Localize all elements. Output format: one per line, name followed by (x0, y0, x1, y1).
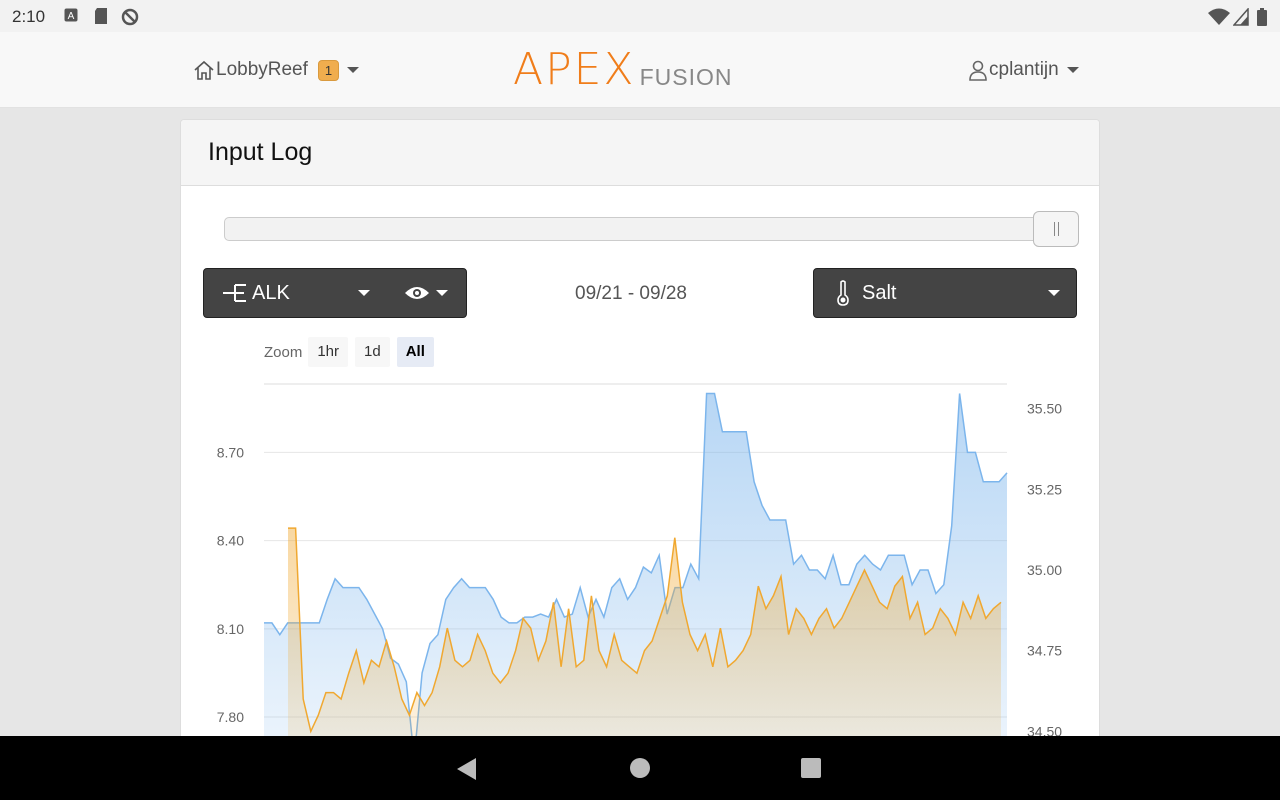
zoom-all-button[interactable]: All (396, 337, 434, 367)
recents-icon[interactable] (800, 757, 822, 779)
user-icon (969, 60, 987, 81)
svg-text:A: A (68, 11, 75, 22)
sd-card-icon (95, 8, 107, 24)
home-icon (194, 60, 214, 80)
input-log-card: Input Log ALK 09/21 - 09/28 Salt Zoom 1h… (180, 119, 1100, 759)
status-bar: 2:10 A (0, 0, 1280, 32)
app-header: LobbyReef 1 APEX FUSION cplantijn (0, 32, 1280, 108)
location-name: LobbyReef (216, 59, 308, 80)
zoom-1hr-button[interactable]: 1hr (308, 337, 349, 367)
left-tick-label: 8.70 (217, 444, 244, 460)
thermometer-icon (837, 280, 849, 306)
logo-main: APEX (513, 44, 636, 95)
left-tick-label: 8.40 (217, 533, 244, 549)
zoom-controls: Zoom 1hr 1d All (264, 337, 441, 367)
android-nav-bar (0, 736, 1280, 800)
right-tick-label: 35.50 (1027, 401, 1062, 417)
status-time: 2:10 (12, 7, 46, 26)
salt-select-label: Salt (862, 281, 897, 304)
chevron-down-icon (1048, 290, 1061, 296)
zoom-label: Zoom (264, 343, 303, 361)
chevron-down-icon (435, 290, 448, 296)
notification-badge: 1 (317, 59, 340, 81)
right-tick-label: 34.75 (1027, 643, 1062, 659)
font-app-icon: A (64, 8, 78, 22)
salt-input-select[interactable]: Salt (813, 268, 1077, 318)
date-range: 09/21 - 09/28 (575, 283, 687, 304)
signal-icon (1233, 8, 1249, 26)
probe-icon (223, 284, 246, 302)
data-saver-icon (121, 8, 139, 26)
user-menu[interactable]: cplantijn (967, 58, 1079, 82)
left-tick-label: 7.80 (217, 709, 244, 725)
right-tick-label: 35.25 (1027, 481, 1062, 497)
chevron-down-icon (347, 67, 360, 73)
battery-icon (1257, 8, 1267, 26)
location-dropdown[interactable]: LobbyReef 1 (192, 58, 360, 82)
right-tick-label: 35.00 (1027, 562, 1062, 578)
chevron-down-icon (357, 290, 370, 296)
left-tick-label: 8.10 (217, 621, 244, 637)
home-nav-icon[interactable] (629, 757, 651, 779)
eye-icon[interactable] (404, 284, 430, 302)
zoom-1d-button[interactable]: 1d (355, 337, 390, 367)
input-log-chart[interactable]: 8.708.408.107.8035.5035.2535.0034.7534.5… (181, 370, 1099, 759)
back-icon[interactable] (456, 757, 478, 781)
chevron-down-icon (1066, 67, 1079, 73)
alk-input-select[interactable]: ALK (203, 268, 467, 318)
apex-fusion-logo: APEX FUSION (513, 48, 732, 92)
page-title: Input Log (208, 138, 313, 166)
logo-sub: FUSION (639, 64, 733, 90)
slider-handle[interactable] (1033, 211, 1079, 247)
username: cplantijn (989, 59, 1059, 80)
alk-select-label: ALK (252, 281, 290, 304)
wifi-icon (1208, 8, 1230, 25)
card-header: Input Log (181, 120, 1099, 186)
time-range-slider[interactable] (224, 211, 1079, 247)
